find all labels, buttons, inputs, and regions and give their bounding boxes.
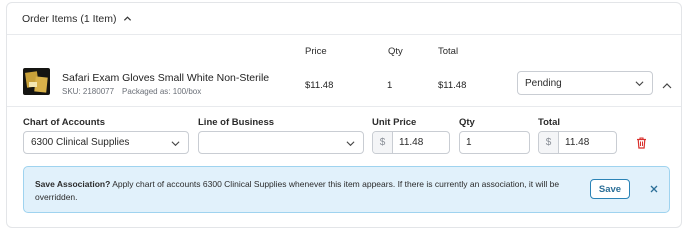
order-items-card: Order Items (1 Item) Price Qty Total Saf…	[6, 2, 682, 228]
item-qty: 1	[387, 80, 393, 91]
item-packaging: Packaged as: 100/box	[122, 87, 202, 96]
banner-message: Apply chart of accounts 6300 Clinical Su…	[35, 179, 560, 202]
line-of-business-label: Line of Business	[198, 117, 275, 128]
chevron-down-icon	[171, 141, 180, 147]
chart-of-accounts-value: 6300 Clinical Supplies	[31, 137, 130, 148]
banner-title: Save Association?	[35, 179, 111, 189]
qty-column-header: Qty	[388, 46, 403, 57]
qty-input[interactable]: 1	[459, 131, 530, 154]
total-input[interactable]: $ 11.48	[538, 131, 617, 154]
qty-label: Qty	[459, 117, 475, 128]
status-value: Pending	[525, 77, 562, 89]
order-item-row: Safari Exam Gloves Small White Non-Steri…	[7, 61, 681, 107]
trash-icon[interactable]	[636, 137, 647, 149]
order-items-title: Order Items (1 Item)	[22, 12, 117, 25]
qty-value: 1	[466, 137, 472, 148]
item-sku: SKU: 2180077	[62, 87, 115, 96]
save-association-banner: Save Association? Apply chart of account…	[23, 166, 670, 213]
total-column-header: Total	[438, 46, 459, 57]
dollar-prefix: $	[539, 132, 559, 153]
collapse-row-icon[interactable]	[662, 82, 672, 90]
item-total: $11.48	[438, 80, 467, 91]
save-association-button[interactable]: Save	[590, 179, 630, 199]
order-items-header[interactable]: Order Items (1 Item)	[7, 3, 681, 35]
price-column-header: Price	[305, 46, 327, 57]
item-name: Safari Exam Gloves Small White Non-Steri…	[62, 72, 270, 84]
status-select[interactable]: Pending	[517, 71, 653, 95]
unit-price-value: 11.48	[399, 137, 424, 148]
unit-price-label: Unit Price	[372, 117, 417, 128]
product-thumbnail	[23, 68, 50, 95]
chevron-down-icon	[346, 141, 355, 147]
total-label: Total	[538, 117, 560, 128]
chevron-up-icon[interactable]	[123, 14, 132, 23]
banner-text: Save Association? Apply chart of account…	[35, 178, 575, 204]
chevron-down-icon	[635, 81, 644, 87]
item-meta: SKU: 2180077 Packaged as: 100/box	[62, 87, 201, 96]
unit-price-input[interactable]: $ 11.48	[372, 131, 450, 154]
dollar-prefix: $	[373, 132, 393, 153]
line-of-business-select[interactable]	[198, 131, 364, 154]
item-price: $11.48	[305, 80, 334, 91]
total-value: 11.48	[565, 137, 590, 148]
close-icon[interactable]	[650, 185, 658, 193]
chart-of-accounts-label: Chart of Accounts	[23, 117, 105, 128]
chart-of-accounts-select[interactable]: 6300 Clinical Supplies	[23, 131, 189, 154]
